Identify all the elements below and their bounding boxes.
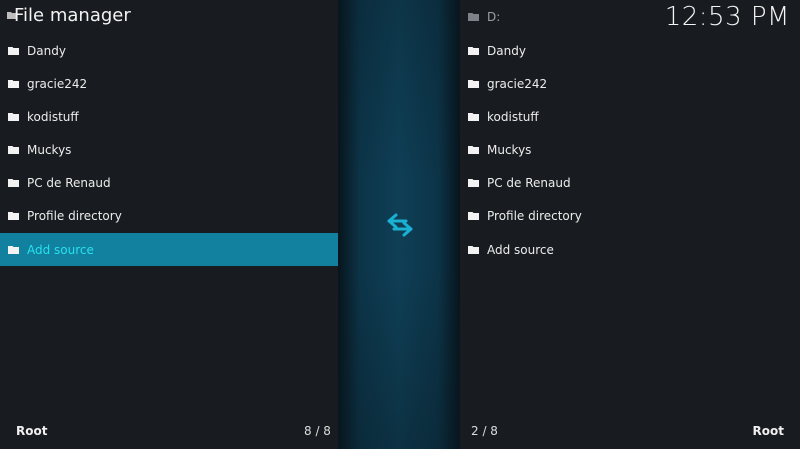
swap-arrows-icon[interactable]	[386, 212, 414, 238]
left-footer-root: Root	[16, 424, 48, 438]
list-item-label: PC de Renaud	[27, 175, 111, 190]
right-footer-root: Root	[752, 424, 784, 438]
list-item[interactable]: Muckys	[460, 133, 800, 166]
folder-icon	[468, 246, 479, 254]
list-item-label: D:	[487, 9, 501, 24]
folder-icon	[468, 13, 479, 21]
list-item[interactable]: Profile directory	[0, 199, 338, 232]
list-item-label: Add source	[27, 242, 94, 257]
right-item-counter: 2 / 8	[471, 424, 498, 438]
list-item[interactable]: kodistuff	[460, 100, 800, 133]
folder-icon	[468, 47, 479, 55]
list-item[interactable]: gracie242	[0, 67, 338, 100]
list-item-label: gracie242	[27, 76, 88, 91]
list-item[interactable]: kodistuff	[0, 100, 338, 133]
clock: 12:53 PM	[664, 2, 790, 32]
folder-icon	[8, 47, 19, 55]
list-item-label: Profile directory	[487, 208, 582, 223]
list-item-label: Muckys	[27, 142, 72, 157]
list-item-label: PC de Renaud	[487, 175, 571, 190]
list-item[interactable]: Dandy	[0, 34, 338, 67]
list-item-label: Profile directory	[27, 208, 122, 223]
folder-icon	[8, 80, 19, 88]
list-item[interactable]: gracie242	[460, 67, 800, 100]
folder-icon	[468, 146, 479, 154]
folder-icon	[8, 146, 19, 154]
list-item-selected[interactable]: Add source	[0, 233, 338, 266]
folder-icon	[468, 80, 479, 88]
list-item-label: Muckys	[487, 142, 532, 157]
folder-icon	[468, 113, 479, 121]
list-item-label: gracie242	[487, 76, 548, 91]
folder-icon	[8, 246, 19, 254]
folder-icon	[8, 179, 19, 187]
list-item-label: Dandy	[487, 43, 526, 58]
folder-icon	[468, 212, 479, 220]
left-item-counter: 8 / 8	[304, 424, 331, 438]
list-item[interactable]: PC de Renaud	[0, 166, 338, 199]
list-item-label: Dandy	[27, 43, 66, 58]
page-title: File manager	[14, 5, 131, 26]
list-item[interactable]: Dandy	[460, 34, 800, 67]
list-item-label: kodistuff	[487, 109, 539, 124]
folder-icon	[468, 179, 479, 187]
list-item[interactable]: Muckys	[0, 133, 338, 166]
folder-icon	[8, 212, 19, 220]
folder-icon	[8, 113, 19, 121]
file-manager-screen: File manager 12:53 PM Dandy gracie242 ko…	[0, 0, 800, 449]
list-item[interactable]: Profile directory	[460, 199, 800, 232]
list-item-label: kodistuff	[27, 109, 79, 124]
list-item-label: Add source	[487, 242, 554, 257]
list-item[interactable]: Add source	[460, 233, 800, 266]
list-item[interactable]: PC de Renaud	[460, 166, 800, 199]
